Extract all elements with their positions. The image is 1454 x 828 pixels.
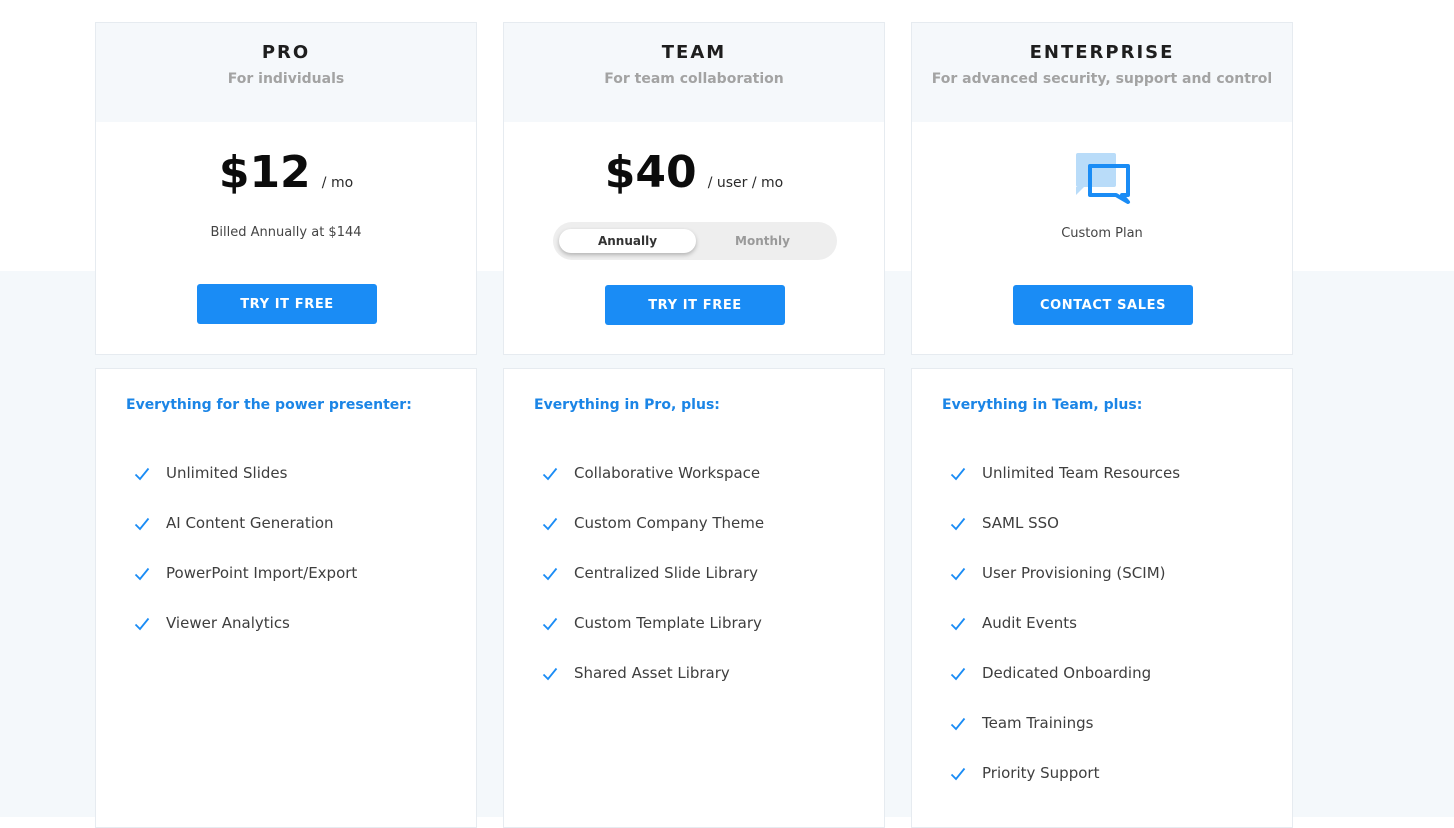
feature-item: Unlimited Slides bbox=[134, 464, 357, 514]
checkmark-icon bbox=[542, 467, 558, 481]
feature-label: Collaborative Workspace bbox=[574, 464, 761, 482]
plan-price: $40 bbox=[604, 147, 697, 198]
feature-label: PowerPoint Import/Export bbox=[166, 564, 358, 582]
plan-name: TEAM bbox=[661, 42, 727, 63]
feature-label: Custom Company Theme bbox=[574, 514, 765, 532]
feature-item: User Provisioning (SCIM) bbox=[950, 564, 1180, 614]
feature-label: AI Content Generation bbox=[166, 514, 334, 532]
contact-sales-button[interactable]: CONTACT SALES bbox=[1013, 285, 1193, 325]
feature-item: Dedicated Onboarding bbox=[950, 664, 1180, 714]
feature-list: Unlimited Team Resources SAML SSO User Pro… bbox=[950, 464, 1180, 814]
feature-item: Viewer Analytics bbox=[134, 614, 357, 664]
feature-label: Viewer Analytics bbox=[166, 614, 290, 632]
checkmark-icon bbox=[542, 567, 558, 581]
pricing-card-enterprise: ENTERPRISE For advanced security, suppor… bbox=[911, 22, 1293, 355]
checkmark-icon bbox=[542, 517, 558, 531]
billing-period-toggle[interactable]: Annually Monthly bbox=[553, 222, 837, 260]
plan-header: ENTERPRISE For advanced security, suppor… bbox=[912, 23, 1292, 122]
checkmark-icon bbox=[950, 617, 966, 631]
feature-item: Shared Asset Library bbox=[542, 664, 764, 714]
price-period: / user / mo bbox=[707, 175, 784, 191]
checkmark-icon bbox=[542, 667, 558, 681]
checkmark-icon bbox=[950, 767, 966, 781]
feature-item: Priority Support bbox=[950, 764, 1180, 814]
features-card-team: Everything in Pro, plus: Collaborative W… bbox=[503, 368, 885, 828]
feature-label: Shared Asset Library bbox=[574, 664, 730, 682]
custom-plan-label: Custom Plan bbox=[1061, 226, 1143, 241]
checkmark-icon bbox=[950, 467, 966, 481]
checkmark-icon bbox=[134, 517, 150, 531]
price-row: $40 / user / mo bbox=[504, 147, 884, 198]
checkmark-icon bbox=[950, 717, 966, 731]
feature-label: Unlimited Team Resources bbox=[982, 464, 1181, 482]
checkmark-icon bbox=[134, 567, 150, 581]
price-period: / mo bbox=[321, 175, 354, 191]
feature-item: Audit Events bbox=[950, 614, 1180, 664]
feature-label: SAML SSO bbox=[982, 514, 1059, 532]
plan-header: TEAM For team collaboration bbox=[504, 23, 884, 122]
price-row: $12 / mo bbox=[96, 147, 476, 198]
plan-subtitle: For team collaboration bbox=[604, 71, 784, 87]
checkmark-icon bbox=[950, 667, 966, 681]
features-title: Everything for the power presenter: bbox=[126, 397, 412, 413]
feature-label: Dedicated Onboarding bbox=[982, 664, 1152, 682]
billing-note: Billed Annually at $144 bbox=[210, 225, 362, 240]
feature-label: User Provisioning (SCIM) bbox=[982, 564, 1166, 582]
feature-item: Collaborative Workspace bbox=[542, 464, 764, 514]
pricing-card-pro: PRO For individuals $12 / mo Billed Annu… bbox=[95, 22, 477, 355]
plan-subtitle: For advanced security, support and contr… bbox=[931, 71, 1273, 87]
features-card-enterprise: Everything in Team, plus: Unlimited Team… bbox=[911, 368, 1293, 828]
checkmark-icon bbox=[542, 617, 558, 631]
plan-subtitle: For individuals bbox=[227, 71, 345, 87]
toggle-option-annually[interactable]: Annually bbox=[559, 229, 696, 253]
feature-item: AI Content Generation bbox=[134, 514, 357, 564]
feature-label: Custom Template Library bbox=[574, 614, 762, 632]
checkmark-icon bbox=[950, 567, 966, 581]
feature-list: Collaborative Workspace Custom Company Th… bbox=[542, 464, 764, 714]
feature-label: Priority Support bbox=[982, 764, 1100, 782]
plan-name: PRO bbox=[261, 42, 311, 63]
try-it-free-button[interactable]: TRY IT FREE bbox=[605, 285, 785, 325]
features-title: Everything in Pro, plus: bbox=[534, 397, 720, 413]
feature-label: Unlimited Slides bbox=[166, 464, 288, 482]
plan-header: PRO For individuals bbox=[96, 23, 476, 122]
checkmark-icon bbox=[134, 467, 150, 481]
feature-label: Team Trainings bbox=[982, 714, 1094, 732]
pricing-card-team: TEAM For team collaboration $40 / user /… bbox=[503, 22, 885, 355]
feature-label: Centralized Slide Library bbox=[574, 564, 758, 582]
checkmark-icon bbox=[950, 517, 966, 531]
plan-name: ENTERPRISE bbox=[1029, 42, 1175, 63]
feature-item: Team Trainings bbox=[950, 714, 1180, 764]
feature-item: PowerPoint Import/Export bbox=[134, 564, 357, 614]
feature-label: Audit Events bbox=[982, 614, 1077, 632]
feature-list: Unlimited Slides AI Content Generation Pow… bbox=[134, 464, 357, 664]
try-it-free-button[interactable]: TRY IT FREE bbox=[197, 284, 377, 324]
features-title: Everything in Team, plus: bbox=[942, 397, 1143, 413]
feature-item: Custom Company Theme bbox=[542, 514, 764, 564]
toggle-option-monthly[interactable]: Monthly bbox=[694, 229, 831, 253]
feature-item: Centralized Slide Library bbox=[542, 564, 764, 614]
feature-item: Custom Template Library bbox=[542, 614, 764, 664]
feature-item: Unlimited Team Resources bbox=[950, 464, 1180, 514]
checkmark-icon bbox=[134, 617, 150, 631]
chat-bubble-icon bbox=[1076, 153, 1130, 204]
plan-price: $12 bbox=[218, 147, 311, 198]
features-card-pro: Everything for the power presenter: Unli… bbox=[95, 368, 477, 828]
feature-item: SAML SSO bbox=[950, 514, 1180, 564]
